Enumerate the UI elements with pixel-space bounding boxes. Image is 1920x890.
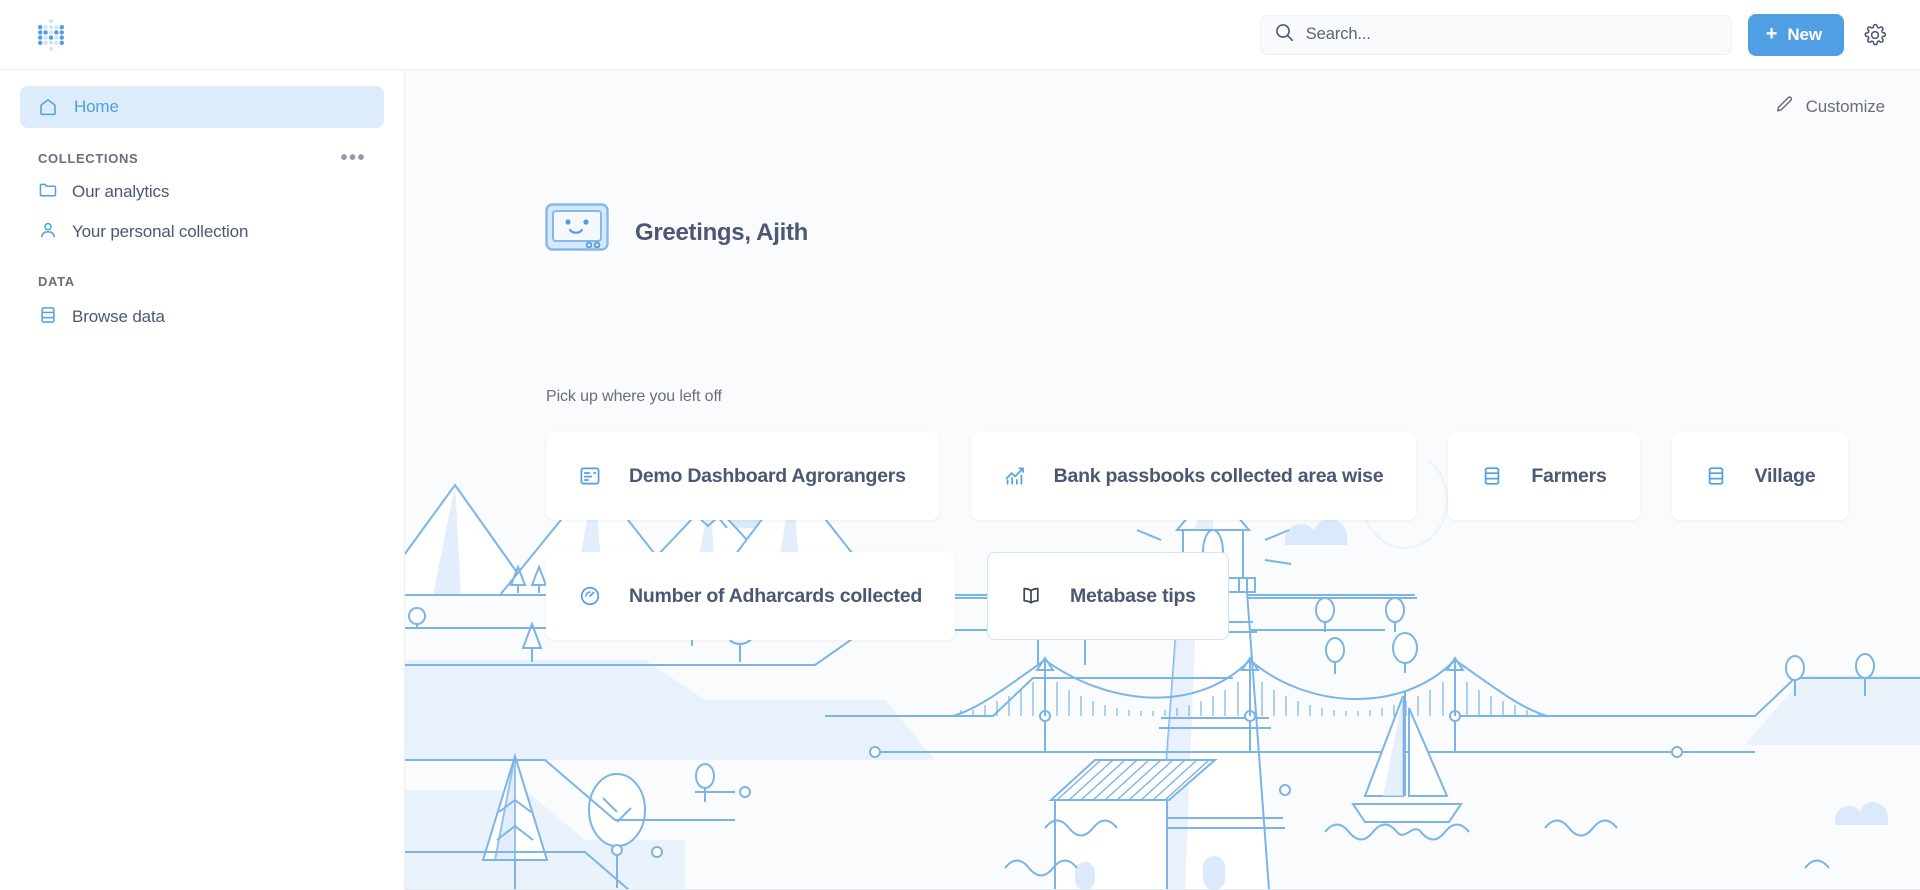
- metabot-face-icon: [545, 203, 609, 262]
- folder-icon: [38, 180, 58, 205]
- new-button-label: New: [1787, 24, 1822, 44]
- search-bar[interactable]: [1259, 14, 1732, 55]
- sidebar-section-data: DATA: [38, 274, 368, 289]
- sidebar-item-your-personal-collection-label: Your personal collection: [72, 222, 249, 241]
- recent-card-metabase-tips[interactable]: Metabase tips: [987, 552, 1229, 640]
- recent-card-number-of-adharcards-collected[interactable]: Number of Adharcards collected: [546, 552, 956, 640]
- line-chart-icon: [1004, 465, 1026, 487]
- recent-card-demo-dashboard-agrorangers[interactable]: Demo Dashboard Agrorangers: [546, 432, 939, 520]
- dashboard-icon: [579, 465, 601, 487]
- greeting-block: Greetings, Ajith: [545, 203, 808, 262]
- database-icon: [1481, 465, 1503, 487]
- book-icon: [1020, 585, 1042, 607]
- recents-card-grid: Demo Dashboard Agrorangers Bank passbook…: [546, 432, 1876, 640]
- sidebar-item-home[interactable]: Home: [20, 86, 384, 128]
- gauge-icon: [579, 585, 601, 607]
- ellipsis-icon[interactable]: •••: [338, 148, 368, 168]
- sidebar-section-collections-title: COLLECTIONS: [38, 150, 139, 166]
- new-button[interactable]: + New: [1747, 13, 1844, 56]
- recent-card-bank-passbooks-collected-area-wise[interactable]: Bank passbooks collected area wise: [970, 432, 1417, 520]
- sidebar-section-collections: COLLECTIONS •••: [38, 148, 368, 168]
- recent-card-label: Bank passbooks collected area wise: [1053, 464, 1384, 487]
- plus-icon: +: [1765, 23, 1778, 45]
- main-content: .ln { stroke:#7cb4e8; stroke-width:2; fi…: [405, 70, 1920, 890]
- sidebar-item-browse-data[interactable]: Browse data: [20, 297, 384, 337]
- pencil-icon: [1775, 95, 1794, 119]
- recent-card-label: Metabase tips: [1070, 584, 1196, 607]
- sidebar-item-your-personal-collection[interactable]: Your personal collection: [20, 212, 384, 252]
- sidebar-item-our-analytics[interactable]: Our analytics: [20, 172, 384, 212]
- recent-card-farmers[interactable]: Farmers: [1448, 432, 1640, 520]
- sidebar-section-data-title: DATA: [38, 274, 75, 289]
- recent-card-label: Farmers: [1531, 464, 1607, 487]
- sidebar: Home COLLECTIONS ••• Our analytics Your …: [0, 70, 405, 890]
- recent-card-label: Demo Dashboard Agrorangers: [629, 464, 906, 487]
- database-icon: [38, 305, 58, 330]
- recent-card-label: Village: [1754, 464, 1816, 487]
- recent-card-village[interactable]: Village: [1671, 432, 1849, 520]
- greeting-text: Greetings, Ajith: [635, 218, 808, 246]
- header-actions: + New: [1259, 13, 1920, 56]
- sidebar-item-our-analytics-label: Our analytics: [72, 182, 170, 201]
- person-icon: [38, 220, 58, 245]
- search-input[interactable]: [1305, 25, 1717, 44]
- customize-button[interactable]: Customize: [1775, 95, 1885, 119]
- database-icon: [1705, 465, 1727, 487]
- sidebar-item-home-label: Home: [74, 97, 119, 116]
- metabase-logo-icon[interactable]: [34, 18, 68, 52]
- home-icon: [38, 97, 58, 117]
- recents-section-label: Pick up where you left off: [546, 388, 722, 405]
- search-icon: [1275, 23, 1294, 47]
- sidebar-item-browse-data-label: Browse data: [72, 307, 165, 326]
- customize-button-label: Customize: [1805, 97, 1886, 116]
- recent-card-label: Number of Adharcards collected: [629, 584, 923, 607]
- gear-icon[interactable]: [1860, 20, 1890, 50]
- app-header: + New: [0, 0, 1920, 70]
